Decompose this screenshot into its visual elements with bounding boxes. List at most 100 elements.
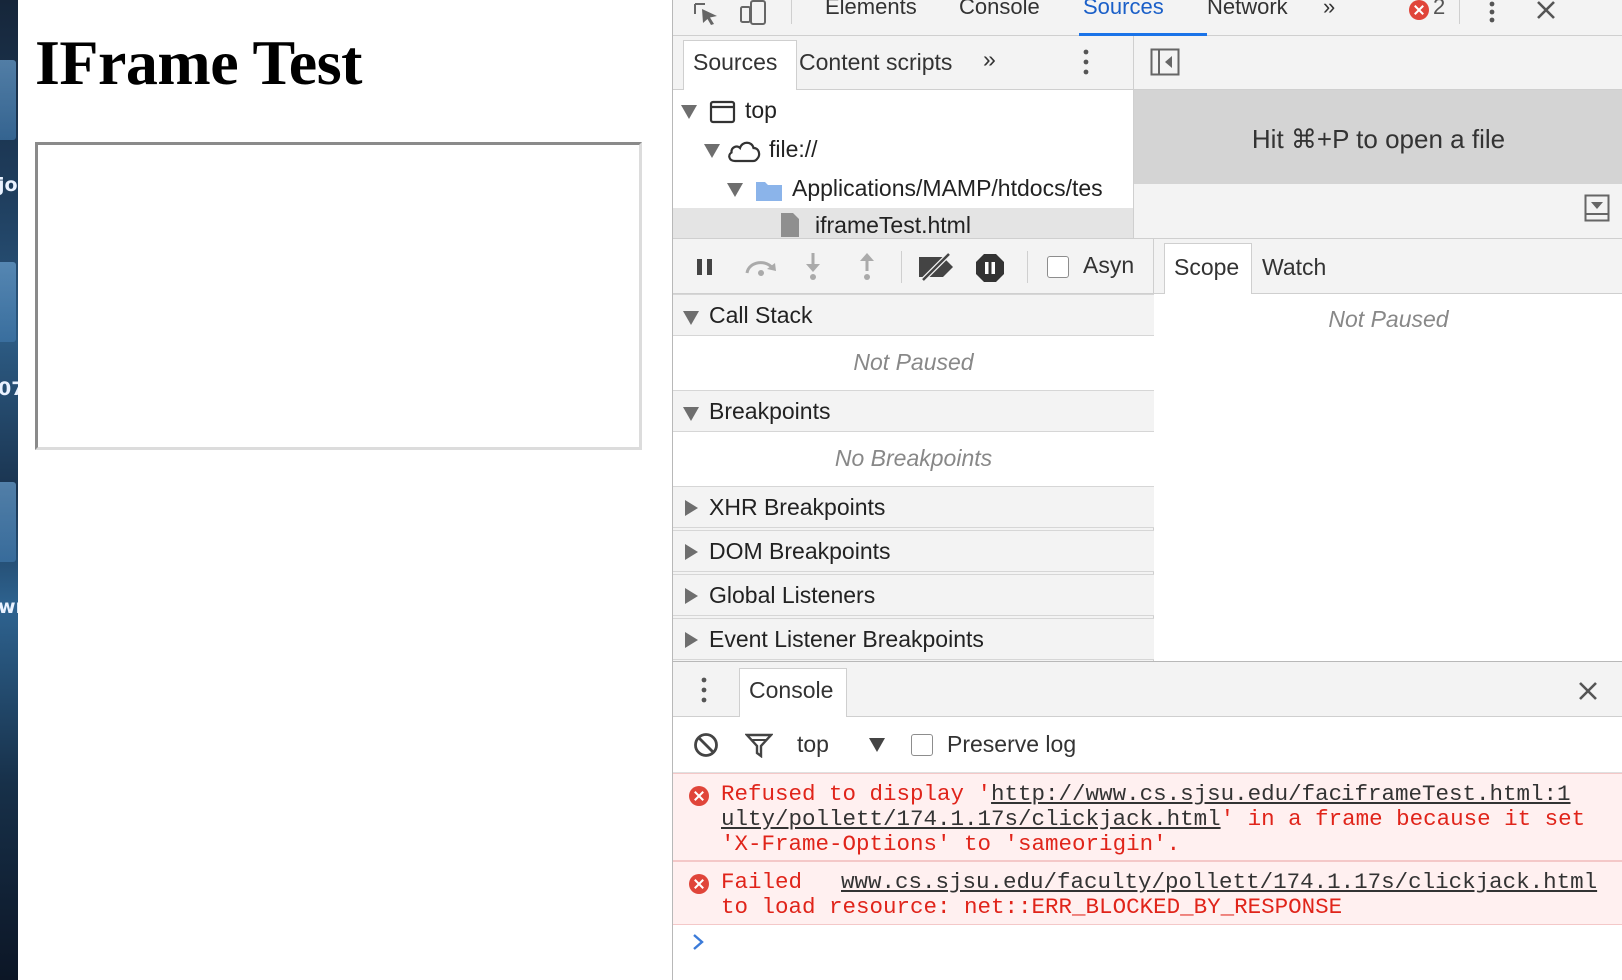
desktop-icon[interactable] xyxy=(0,60,16,140)
async-checkbox[interactable] xyxy=(1047,256,1069,278)
step-over-icon[interactable] xyxy=(743,255,779,277)
customize-menu-icon[interactable] xyxy=(1485,0,1499,24)
toggle-debugger-icon[interactable] xyxy=(1584,194,1610,222)
message-line: Refused to display 'http://www.cs.sjsu.e… xyxy=(721,781,1342,807)
tree-item-label: Applications/MAMP/htdocs/tes xyxy=(792,175,1103,201)
tree-item-label: file:// xyxy=(769,136,818,162)
page-title: IFrame Test xyxy=(35,27,362,98)
step-out-icon[interactable] xyxy=(857,251,877,281)
tab-watch[interactable]: Watch xyxy=(1262,254,1326,281)
devtools-tab-bar: Elements Console Sources Network » 2 xyxy=(673,0,1622,36)
section-title: Breakpoints xyxy=(709,398,831,424)
navigator-tab-sources[interactable]: Sources xyxy=(693,49,777,76)
section-title: Event Listener Breakpoints xyxy=(709,626,984,652)
deactivate-breakpoints-icon[interactable] xyxy=(917,253,957,281)
section-title: XHR Breakpoints xyxy=(709,494,886,520)
navigator-tab-content-scripts[interactable]: Content scripts xyxy=(799,49,952,76)
message-text: to load resource: net::ERR_BLOCKED_BY_RE… xyxy=(721,894,1343,920)
devtools-panel: Elements Console Sources Network » 2 Sou… xyxy=(672,0,1622,980)
section-breakpoints[interactable]: Breakpoints xyxy=(673,390,1154,432)
tree-item-origin[interactable]: file:// xyxy=(673,130,1133,170)
clear-console-icon[interactable] xyxy=(693,732,719,758)
section-dom-breakpoints[interactable]: DOM Breakpoints xyxy=(673,530,1154,572)
message-text: Refused to display ' xyxy=(721,781,992,807)
desktop-label: 07 xyxy=(0,378,18,400)
expand-arrow-icon[interactable] xyxy=(727,183,743,197)
inspect-element-icon[interactable] xyxy=(693,2,721,26)
error-icon xyxy=(689,874,709,894)
desktop-label: wn xyxy=(0,596,18,618)
editor-toolbar xyxy=(1134,36,1622,90)
tree-item-top[interactable]: top xyxy=(673,91,1133,131)
drawer-tab-console[interactable]: Console xyxy=(749,677,833,704)
scope-status: Not Paused xyxy=(1328,306,1449,332)
toggle-navigator-icon[interactable] xyxy=(1150,48,1180,76)
tree-item-folder[interactable]: Applications/MAMP/htdocs/tes xyxy=(673,169,1133,209)
error-count-icon[interactable] xyxy=(1409,0,1429,20)
breakpoints-body: No Breakpoints xyxy=(673,432,1154,486)
cloud-icon xyxy=(728,141,761,163)
section-global-listeners[interactable]: Global Listeners xyxy=(673,574,1154,616)
drawer-menu-icon[interactable] xyxy=(697,676,711,704)
navigator-tab-bar: Sources Content scripts » xyxy=(673,36,1133,90)
console-error-message: Failed www.cs.sjsu.edu/faculty/pollett/1… xyxy=(673,861,1622,925)
file-icon xyxy=(781,213,799,237)
desktop-icon[interactable] xyxy=(0,482,16,562)
drawer-tab-bar: Console xyxy=(673,661,1622,718)
console-prompt-icon[interactable] xyxy=(691,932,705,952)
more-tabs-chevron-icon[interactable]: » xyxy=(1323,0,1335,20)
desktop-label: jo xyxy=(0,174,18,196)
tab-network[interactable]: Network xyxy=(1207,0,1288,20)
expand-arrow-icon[interactable] xyxy=(683,311,699,325)
device-toolbar-icon[interactable] xyxy=(739,0,769,26)
navigator-menu-icon[interactable] xyxy=(1079,48,1093,76)
expand-arrow-icon[interactable] xyxy=(683,407,699,421)
expand-arrow-icon[interactable] xyxy=(704,144,720,158)
desktop-background: jo 07 wn xyxy=(0,0,18,980)
message-link[interactable]: ulty/pollett/174.1.17s/clickjack.html xyxy=(721,806,1221,832)
close-drawer-icon[interactable] xyxy=(1577,680,1599,702)
message-text: Failed xyxy=(721,869,803,895)
filter-icon[interactable] xyxy=(745,732,773,758)
expand-arrow-icon[interactable] xyxy=(681,105,697,119)
preserve-log-checkbox[interactable] xyxy=(911,734,933,756)
error-icon xyxy=(689,786,709,806)
frame-icon xyxy=(709,100,736,124)
desktop-icon[interactable] xyxy=(0,262,16,342)
pause-icon[interactable] xyxy=(695,257,715,277)
error-count[interactable]: 2 xyxy=(1433,0,1445,20)
collapse-arrow-icon[interactable] xyxy=(685,588,698,604)
toolbar-divider xyxy=(1027,251,1028,283)
iframe-frame[interactable] xyxy=(35,142,642,450)
tab-console[interactable]: Console xyxy=(959,0,1040,20)
message-text: 'X-Frame-Options' to 'sameorigin'. xyxy=(721,831,1181,857)
message-source-link[interactable]: iframeTest.html:1 xyxy=(1341,781,1571,807)
async-label: Asyn xyxy=(1083,252,1135,278)
collapse-arrow-icon[interactable] xyxy=(685,544,698,560)
section-title: DOM Breakpoints xyxy=(709,538,891,564)
step-into-icon[interactable] xyxy=(803,251,823,281)
tree-item-file[interactable]: iframeTest.html xyxy=(673,208,1133,238)
call-stack-body: Not Paused xyxy=(673,336,1154,390)
console-error-message: Refused to display 'http://www.cs.sjsu.e… xyxy=(673,773,1622,861)
message-link[interactable]: www.cs.sjsu.edu/faculty/pollett/174.1.17… xyxy=(841,869,1597,895)
tree-item-label: top xyxy=(745,97,777,123)
pause-on-exceptions-icon[interactable] xyxy=(975,253,1005,283)
tab-sources[interactable]: Sources xyxy=(1083,0,1164,20)
tab-scope[interactable]: Scope xyxy=(1174,254,1239,281)
tab-elements[interactable]: Elements xyxy=(825,0,917,20)
section-xhr-breakpoints[interactable]: XHR Breakpoints xyxy=(673,486,1154,528)
context-selector[interactable]: top xyxy=(797,731,829,758)
section-event-listener-breakpoints[interactable]: Event Listener Breakpoints xyxy=(673,618,1154,660)
message-line: ulty/pollett/174.1.17s/clickjack.html' i… xyxy=(721,806,1585,832)
collapse-arrow-icon[interactable] xyxy=(685,500,698,516)
close-devtools-icon[interactable] xyxy=(1535,0,1557,22)
more-navigator-tabs-chevron-icon[interactable]: » xyxy=(983,46,996,73)
editor-footer xyxy=(1134,184,1622,238)
open-file-hint: Hit ⌘+P to open a file xyxy=(1134,90,1622,184)
collapse-arrow-icon[interactable] xyxy=(685,632,698,648)
context-dropdown-icon[interactable] xyxy=(869,738,885,752)
folder-icon xyxy=(756,182,782,201)
message-link[interactable]: http://www.cs.sjsu.edu/fac xyxy=(991,781,1342,807)
section-call-stack[interactable]: Call Stack xyxy=(673,294,1154,336)
